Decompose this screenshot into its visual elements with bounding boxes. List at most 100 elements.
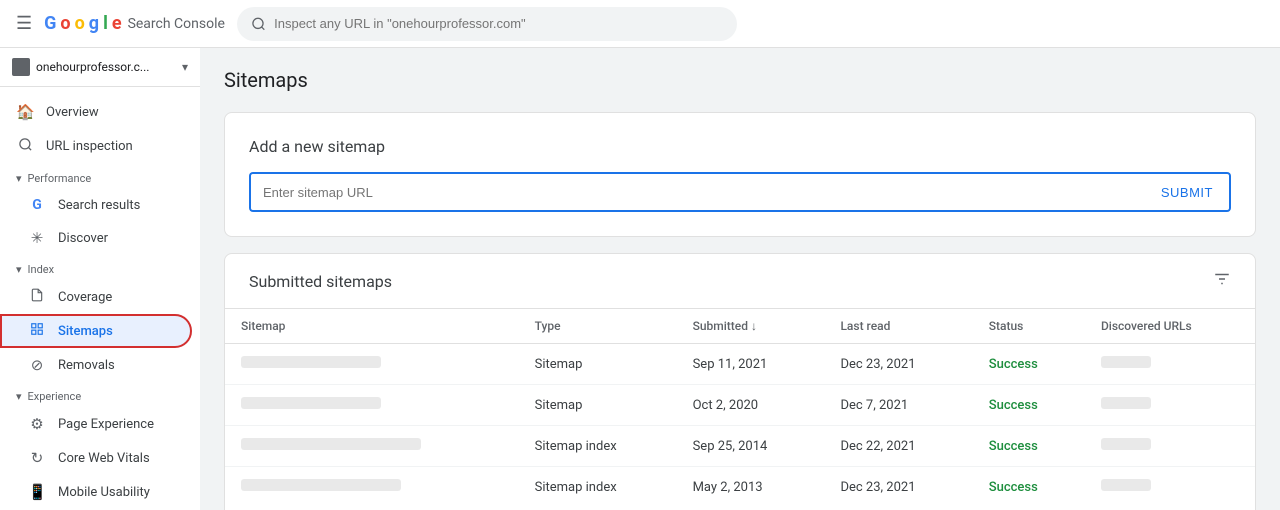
logo-g: G [44, 13, 56, 34]
cell-discovered-urls-3 [1085, 426, 1255, 467]
topbar: ☰ Google Search Console [0, 0, 1280, 48]
cell-submitted-4: May 2, 2013 [677, 467, 825, 508]
add-sitemap-title: Add a new sitemap [249, 137, 1231, 156]
sidebar-section-index[interactable]: ▾ Index [0, 255, 200, 280]
sidebar-item-label-url-inspection: URL inspection [46, 139, 133, 154]
cell-last-read-1: Dec 23, 2021 [824, 344, 972, 385]
logo-e: e [112, 13, 122, 34]
logo-g2: g [89, 13, 99, 34]
sidebar-item-mobile-usability[interactable]: 📱 Mobile Usability [0, 475, 192, 509]
filter-icon[interactable] [1213, 270, 1231, 292]
status-badge-success: Success [989, 398, 1038, 413]
cell-status-4: Success [973, 467, 1085, 508]
cell-discovered-urls-1 [1085, 344, 1255, 385]
col-header-type: Type [519, 309, 677, 344]
coverage-icon [28, 288, 46, 306]
table-header-row: Sitemap Type Submitted ↓ Last read Statu… [225, 309, 1255, 344]
sidebar-item-core-web-vitals[interactable]: ↻ Core Web Vitals [0, 441, 192, 475]
submit-sitemap-button[interactable]: SUBMIT [1145, 172, 1231, 212]
sidebar-item-label-removals: Removals [58, 358, 115, 373]
sidebar-section-experience[interactable]: ▾ Experience [0, 382, 200, 407]
sitemaps-table: Sitemap Type Submitted ↓ Last read Statu… [225, 309, 1255, 507]
sidebar-item-url-inspection[interactable]: URL inspection [0, 129, 192, 164]
table-row: Sitemap index May 2, 2013 Dec 23, 2021 S… [225, 467, 1255, 508]
sidebar-item-removals[interactable]: ⊘ Removals [0, 348, 192, 382]
add-sitemap-card: Add a new sitemap SUBMIT [224, 112, 1256, 237]
cell-last-read-4: Dec 23, 2021 [824, 467, 972, 508]
cell-discovered-urls-2 [1085, 385, 1255, 426]
sidebar-item-label-core-web-vitals: Core Web Vitals [58, 451, 150, 466]
removals-icon: ⊘ [28, 356, 46, 374]
blurred-sitemap-url [241, 356, 381, 368]
blurred-sitemap-url [241, 438, 421, 450]
chevron-down-icon-index: ▾ [16, 263, 22, 276]
sidebar-section-performance[interactable]: ▾ Performance [0, 164, 200, 189]
sitemaps-icon [28, 322, 46, 340]
col-header-submitted[interactable]: Submitted ↓ [677, 309, 825, 344]
logo-product-name: Search Console [128, 16, 225, 32]
status-badge-success: Success [989, 357, 1038, 372]
sidebar-item-discover[interactable]: ✳ Discover [0, 221, 192, 255]
sidebar-section-label-performance: Performance [28, 172, 92, 185]
logo-l: l [103, 13, 108, 34]
sidebar-item-page-experience[interactable]: ⚙ Page Experience [0, 407, 192, 441]
cell-last-read-2: Dec 7, 2021 [824, 385, 972, 426]
cell-discovered-urls-4 [1085, 467, 1255, 508]
site-selector[interactable]: onehourprofessor.c... ▾ [0, 48, 200, 87]
main-layout: onehourprofessor.c... ▾ 🏠 Overview URL i… [0, 48, 1280, 510]
sitemap-url-input[interactable] [249, 172, 1145, 212]
col-header-last-read: Last read [824, 309, 972, 344]
sidebar-item-label-coverage: Coverage [58, 290, 112, 305]
cell-type-4: Sitemap index [519, 467, 677, 508]
sidebar-item-label-discover: Discover [58, 231, 108, 246]
cell-sitemap-1 [225, 344, 519, 385]
submitted-sitemaps-title: Submitted sitemaps [249, 272, 392, 291]
cell-submitted-2: Oct 2, 2020 [677, 385, 825, 426]
cell-status-1: Success [973, 344, 1085, 385]
col-header-sitemap: Sitemap [225, 309, 519, 344]
content-area: Sitemaps Add a new sitemap SUBMIT Submit… [200, 48, 1280, 510]
sort-desc-icon: ↓ [751, 319, 757, 333]
sidebar-item-label-search-results: Search results [58, 198, 140, 213]
sitemap-input-row: SUBMIT [249, 172, 1231, 212]
cell-sitemap-4 [225, 467, 519, 508]
cell-sitemap-3 [225, 426, 519, 467]
menu-icon[interactable]: ☰ [16, 13, 32, 34]
sidebar-item-search-results[interactable]: G Search results [0, 189, 192, 221]
table-row: Sitemap Oct 2, 2020 Dec 7, 2021 Success [225, 385, 1255, 426]
cell-status-3: Success [973, 426, 1085, 467]
mobile-usability-icon: 📱 [28, 483, 46, 501]
chevron-down-icon: ▾ [182, 60, 188, 74]
sidebar-item-coverage[interactable]: Coverage [0, 280, 192, 314]
search-icon [251, 16, 266, 32]
cell-type-3: Sitemap index [519, 426, 677, 467]
col-header-status: Status [973, 309, 1085, 344]
blurred-url-count [1101, 397, 1151, 409]
page-experience-icon: ⚙ [28, 415, 46, 433]
site-favicon [12, 58, 30, 76]
blurred-url-count [1101, 479, 1151, 491]
col-header-discovered-urls: Discovered URLs [1085, 309, 1255, 344]
chevron-down-icon-experience: ▾ [16, 390, 22, 403]
site-name: onehourprofessor.c... [36, 60, 176, 74]
blurred-sitemap-url [241, 397, 381, 409]
blurred-url-count [1101, 438, 1151, 450]
chevron-down-icon-performance: ▾ [16, 172, 22, 185]
submitted-sitemaps-card: Submitted sitemaps Sitemap Type Submitte… [224, 253, 1256, 510]
google-g-icon: G [28, 197, 46, 213]
url-inspect-input[interactable] [274, 16, 723, 31]
cell-sitemap-2 [225, 385, 519, 426]
url-inspect-bar[interactable] [237, 7, 737, 41]
cell-last-read-3: Dec 22, 2021 [824, 426, 972, 467]
table-row: Sitemap Sep 11, 2021 Dec 23, 2021 Succes… [225, 344, 1255, 385]
cell-submitted-3: Sep 25, 2014 [677, 426, 825, 467]
sidebar-item-label-page-experience: Page Experience [58, 417, 154, 432]
sidebar-item-label-sitemaps: Sitemaps [58, 324, 113, 339]
submitted-sitemaps-header: Submitted sitemaps [225, 254, 1255, 309]
sidebar: onehourprofessor.c... ▾ 🏠 Overview URL i… [0, 48, 200, 510]
sidebar-item-sitemaps[interactable]: Sitemaps [0, 314, 192, 348]
sidebar-item-label-overview: Overview [46, 105, 99, 120]
sidebar-section-label-index: Index [28, 263, 55, 276]
sidebar-item-overview[interactable]: 🏠 Overview [0, 95, 192, 129]
table-row: Sitemap index Sep 25, 2014 Dec 22, 2021 … [225, 426, 1255, 467]
